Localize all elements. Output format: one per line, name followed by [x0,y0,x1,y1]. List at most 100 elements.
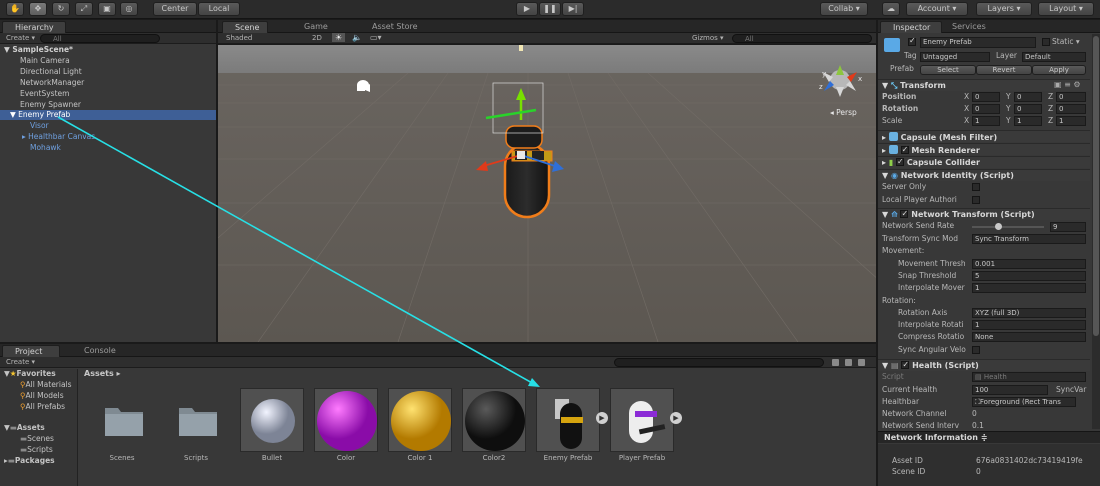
position-y-field[interactable]: 0 [1014,92,1042,102]
collab-button[interactable]: Collab ▾ [820,2,868,16]
position-x-field[interactable]: 0 [972,92,1000,102]
scale-x-field[interactable]: 1 [972,116,1000,126]
pivot-center-button[interactable]: Center [153,2,197,16]
favorites-folder[interactable]: ▼★Favorites [0,369,56,379]
send-rate-slider-knob[interactable] [994,223,1002,230]
tab-console[interactable]: Console [72,345,122,357]
health-enabled-checkbox[interactable] [901,359,910,371]
shading-mode-dropdown[interactable]: Shaded [226,34,252,42]
hierarchy-item[interactable]: Enemy Spawner [0,100,81,110]
rotation-x-field[interactable]: 0 [972,104,1000,114]
hand-tool-button[interactable]: ✋ [6,2,24,16]
pivot-local-button[interactable]: Local [198,2,240,16]
scene-search-input[interactable]: All [732,34,872,43]
movement-threshold-field[interactable]: 0.001 [972,259,1086,269]
asset-tile-color[interactable] [314,388,378,452]
move-tool-button[interactable]: ✥ [29,2,47,16]
prefab-select-button[interactable]: Select [920,65,976,75]
rotation-z-field[interactable]: 0 [1056,104,1086,114]
snap-threshold-field[interactable]: 5 [972,271,1086,281]
project-create-dropdown[interactable]: Create ▾ [6,358,35,366]
asset-folder-item[interactable]: ▬Scenes [0,434,54,444]
transform-tool-button[interactable]: ◎ [120,2,138,16]
persp-label[interactable]: ◂ Persp [830,108,857,117]
lighting-toggle[interactable]: ☀ [332,33,346,42]
folder-icon[interactable] [178,403,218,437]
scale-z-field[interactable]: 1 [1056,116,1086,126]
project-breadcrumb[interactable]: Assets ▸ [84,369,121,378]
mesh-renderer-header[interactable]: ▸ Mesh Renderer [878,143,1090,156]
asset-tile-enemy-prefab[interactable] [536,388,600,452]
capsule-collider-enabled-checkbox[interactable] [896,156,905,168]
layers-dropdown[interactable]: Layers ▾ [976,2,1032,16]
server-only-checkbox[interactable] [972,183,980,191]
prefab-revert-button[interactable]: Revert [976,65,1032,75]
local-player-authority-checkbox[interactable] [972,196,980,204]
account-dropdown[interactable]: Account ▾ [906,2,968,16]
tab-asset-store[interactable]: Asset Store [360,21,430,33]
asset-folder-item[interactable]: ▬Scripts [0,445,53,455]
component-menu-icons[interactable]: ▣ ≡ ⚙ [1054,80,1081,89]
packages-folder[interactable]: ▸▬Packages [0,456,55,466]
hierarchy-item[interactable]: Mohawk [0,143,61,153]
tab-hierarchy[interactable]: Hierarchy [2,21,66,33]
scale-y-field[interactable]: 1 [1014,116,1042,126]
healthbar-field[interactable]: ⛶Foreground (Rect Trans [972,397,1076,407]
mesh-filter-header[interactable]: ▸ Capsule (Mesh Filter) [878,130,1090,142]
hierarchy-item[interactable]: Main Camera [0,56,70,66]
network-identity-header[interactable]: ▼ ◉ Network Identity (Script) [878,169,1090,181]
favorite-item[interactable]: ⚲All Models [0,391,64,401]
network-information-header[interactable]: Network Information ≑ [878,431,1100,443]
layer-dropdown[interactable]: Default [1022,52,1086,62]
rotate-tool-button[interactable]: ↻ [52,2,70,16]
cloud-button[interactable]: ☁ [882,2,900,16]
hierarchy-item[interactable]: NetworkManager [0,78,84,88]
compress-rotation-dropdown[interactable]: None [972,332,1086,342]
hierarchy-item[interactable]: ▸ Healthbar Canvas [0,132,95,142]
asset-tile-color2[interactable] [462,388,526,452]
tab-game[interactable]: Game [292,21,332,33]
static-checkbox[interactable] [1042,38,1050,46]
inspector-scrollbar-thumb[interactable] [1093,36,1099,336]
expand-prefab-button[interactable]: ▶ [670,412,682,424]
assets-folder[interactable]: ▼▬Assets [0,423,45,433]
tab-project[interactable]: Project [2,345,60,357]
hierarchy-create-dropdown[interactable]: Create ▾ [6,34,35,42]
network-transform-header[interactable]: ▼ ⟰ Network Transform (Script) [878,208,1090,220]
sync-mode-dropdown[interactable]: Sync Transform [972,234,1086,244]
mesh-renderer-enabled-checkbox[interactable] [900,144,909,156]
rotation-y-field[interactable]: 0 [1014,104,1042,114]
play-button[interactable]: ▶ [516,2,538,16]
prefab-apply-button[interactable]: Apply [1032,65,1086,75]
pause-button[interactable]: ❚❚ [539,2,561,16]
active-checkbox[interactable] [908,36,916,46]
position-z-field[interactable]: 0 [1056,92,1086,102]
favorite-item[interactable]: ⚲All Prefabs [0,402,65,412]
tab-services[interactable]: Services [940,21,992,33]
folder-icon[interactable] [104,403,144,437]
project-search-input[interactable] [614,358,824,367]
asset-tile-player-prefab[interactable] [610,388,674,452]
layout-dropdown[interactable]: Layout ▾ [1038,2,1094,16]
rotation-axis-dropdown[interactable]: XYZ (full 3D) [972,308,1086,318]
network-transform-enabled-checkbox[interactable] [900,208,909,220]
tab-inspector[interactable]: Inspector [880,21,942,33]
2d-toggle[interactable]: 2D [312,34,322,42]
object-name-field[interactable]: Enemy Prefab [920,37,1036,48]
scene-viewport[interactable]: y x z ◂ Persp [218,45,876,342]
hierarchy-item-selected[interactable]: ▼ Enemy Prefab [0,110,216,120]
gizmos-dropdown[interactable]: Gizmos ▾ [692,34,724,42]
interpolate-rotation-field[interactable]: 1 [972,320,1086,330]
interpolate-movement-field[interactable]: 1 [972,283,1086,293]
health-header[interactable]: ▼ ▤ Health (Script) [878,359,1090,371]
favorite-item[interactable]: ⚲All Materials [0,380,72,390]
current-health-field[interactable]: 100 [972,385,1048,395]
asset-tile-color-1[interactable] [388,388,452,452]
scene-root[interactable]: ▼ SampleScene* [0,45,216,55]
hierarchy-item[interactable]: Directional Light [0,67,82,77]
hierarchy-item[interactable]: Visor [0,121,49,131]
hierarchy-item[interactable]: EventSystem [0,89,69,99]
step-button[interactable]: ▶| [562,2,584,16]
send-rate-slider[interactable] [972,223,1044,230]
send-rate-field[interactable]: 9 [1050,222,1086,232]
